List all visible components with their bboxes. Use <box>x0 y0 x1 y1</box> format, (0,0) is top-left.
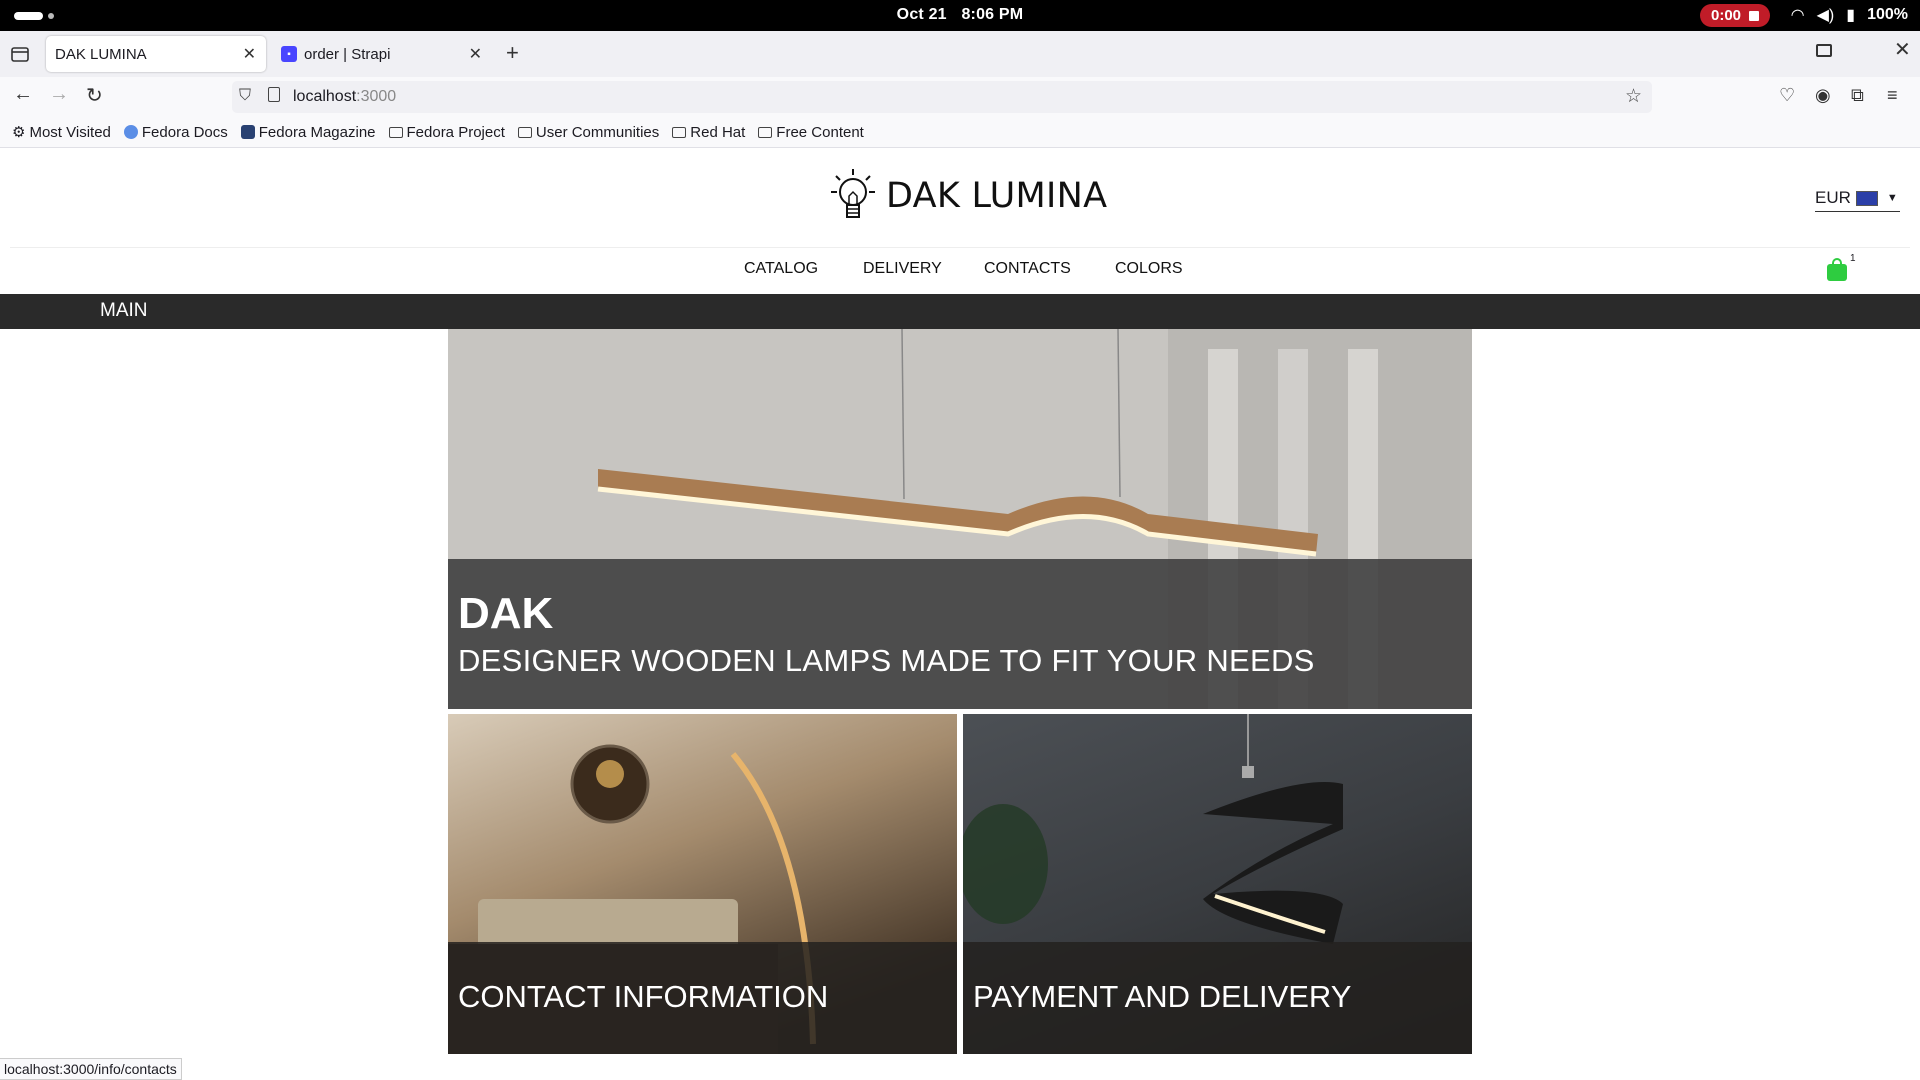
nav-catalog[interactable]: CATALOG <box>744 260 818 278</box>
restore-window-icon[interactable] <box>1816 44 1832 57</box>
breadcrumb-main[interactable]: MAIN <box>100 300 148 322</box>
hero-subtitle: DESIGNER WOODEN LAMPS MADE TO FIT YOUR N… <box>458 643 1315 678</box>
url-text[interactable]: localhost:3000 <box>293 88 396 106</box>
currency-select[interactable]: EUR ▼ <box>1815 188 1900 212</box>
navigation-toolbar: ← → ↻ ⛉ localhost:3000 ☆ ♡ ◉ ⧉ ≡ <box>0 77 1920 117</box>
battery-level: 100% <box>1867 6 1908 23</box>
bookmarks-toolbar: ⚙ Most Visited Fedora Docs Fedora Magazin… <box>0 117 1920 148</box>
tab-order-strapi[interactable]: ▪ order | Strapi ✕ <box>272 36 492 72</box>
bookmark-fedora-magazine[interactable]: Fedora Magazine <box>240 124 376 141</box>
account-icon[interactable]: ◉ <box>1815 85 1831 106</box>
fedora-magazine-icon <box>240 125 255 139</box>
address-bar[interactable]: ⛉ localhost:3000 ☆ <box>232 81 1652 113</box>
close-tab-icon[interactable]: ✕ <box>243 44 256 64</box>
reload-icon[interactable]: ↻ <box>86 83 103 108</box>
eu-flag-icon <box>1855 190 1878 206</box>
close-tab-icon[interactable]: ✕ <box>469 44 482 64</box>
bookmark-user-communities[interactable]: User Communities <box>517 124 659 141</box>
nav-contacts[interactable]: CONTACTS <box>984 260 1071 278</box>
card-title: CONTACT INFORMATION <box>458 979 829 1014</box>
bookmark-star-icon[interactable]: ☆ <box>1625 85 1642 108</box>
folder-icon <box>672 126 687 138</box>
battery-icon: ▮ <box>1846 7 1856 24</box>
bookmark-fedora-docs[interactable]: Fedora Docs <box>123 124 228 141</box>
contact-information-card[interactable]: CONTACT INFORMATION <box>448 714 957 1054</box>
bookmark-most-visited[interactable]: ⚙ Most Visited <box>12 123 111 142</box>
close-window-icon[interactable]: ✕ <box>1894 37 1911 62</box>
volume-icon: ◀) <box>1816 7 1835 24</box>
bookmark-free-content[interactable]: Free Content <box>758 124 864 141</box>
fedora-icon <box>123 125 138 139</box>
tab-dak-lumina[interactable]: DAK LUMINA ✕ <box>46 36 266 72</box>
tab-title: DAK LUMINA <box>55 45 147 63</box>
folder-icon <box>758 126 773 138</box>
back-arrow-icon[interactable]: ← <box>13 83 33 106</box>
clock[interactable]: Oct 21 8:06 PM <box>0 6 1920 24</box>
system-menu[interactable]: ◠ ◀) ▮ 100% <box>1791 5 1908 25</box>
lightbulb-icon <box>831 169 875 218</box>
payment-and-delivery-card[interactable]: PAYMENT AND DELIVERY <box>963 714 1472 1054</box>
bookmark-red-hat[interactable]: Red Hat <box>672 124 745 141</box>
cart-button[interactable]: 1 <box>1827 253 1856 281</box>
screen-recording-indicator[interactable]: 0:00 <box>1700 4 1770 27</box>
hero-banner[interactable]: DAK DESIGNER WOODEN LAMPS MADE TO FIT YO… <box>448 329 1472 709</box>
folder-icon <box>388 126 403 138</box>
caret-down-icon: ▼ <box>1886 192 1898 204</box>
list-all-tabs-icon[interactable] <box>10 44 30 64</box>
card-caption: PAYMENT AND DELIVERY <box>963 942 1472 1054</box>
pocket-icon[interactable]: ♡ <box>1779 85 1795 106</box>
bookmark-fedora-project[interactable]: Fedora Project <box>388 124 505 141</box>
system-top-bar: Oct 21 8:06 PM 0:00 ◠ ◀) ▮ 100% <box>0 0 1920 31</box>
menu-icon[interactable]: ≡ <box>1887 85 1898 106</box>
clock-time: 8:06 PM <box>961 6 1024 23</box>
tab-title: order | Strapi <box>304 45 391 63</box>
card-caption: CONTACT INFORMATION <box>448 942 957 1054</box>
shopping-bag-icon <box>1827 264 1847 281</box>
new-tab-icon[interactable]: + <box>506 40 519 66</box>
wifi-icon: ◠ <box>1790 7 1805 24</box>
cart-count-badge: 1 <box>1850 253 1856 264</box>
hero-title: DAK <box>458 589 554 638</box>
clock-date: Oct 21 <box>896 6 947 23</box>
site-logo[interactable]: DAK LUMINA <box>828 166 1107 226</box>
tab-strip: DAK LUMINA ✕ ▪ order | Strapi ✕ + ✕ <box>0 31 1920 77</box>
card-title: PAYMENT AND DELIVERY <box>973 979 1352 1014</box>
forward-arrow-icon[interactable]: → <box>49 83 69 106</box>
currency-value: EUR <box>1815 188 1851 207</box>
link-status-bar: localhost:3000/info/contacts <box>0 1058 182 1080</box>
nav-colors[interactable]: COLORS <box>1115 260 1183 278</box>
extensions-icon[interactable]: ⧉ <box>1851 85 1864 106</box>
nav-delivery[interactable]: DELIVERY <box>863 260 942 278</box>
gear-icon: ⚙ <box>12 124 26 141</box>
web-page: DAK LUMINA EUR ▼ CATALOG DELIVERY CONTAC… <box>0 148 1920 1080</box>
main-navigation: CATALOG DELIVERY CONTACTS COLORS <box>0 248 1920 294</box>
stop-icon <box>1749 10 1760 21</box>
breadcrumb-bar: MAIN <box>0 294 1920 329</box>
folder-icon <box>517 126 532 138</box>
brand-name: DAK LUMINA <box>886 176 1108 216</box>
hero-caption: DAK DESIGNER WOODEN LAMPS MADE TO FIT YO… <box>448 559 1472 709</box>
tracking-shield-icon[interactable]: ⛉ <box>239 87 251 105</box>
recording-time: 0:00 <box>1710 7 1742 24</box>
strapi-favicon-icon: ▪ <box>281 46 297 62</box>
page-info-icon[interactable] <box>268 87 280 102</box>
site-header: DAK LUMINA EUR ▼ <box>0 148 1920 248</box>
